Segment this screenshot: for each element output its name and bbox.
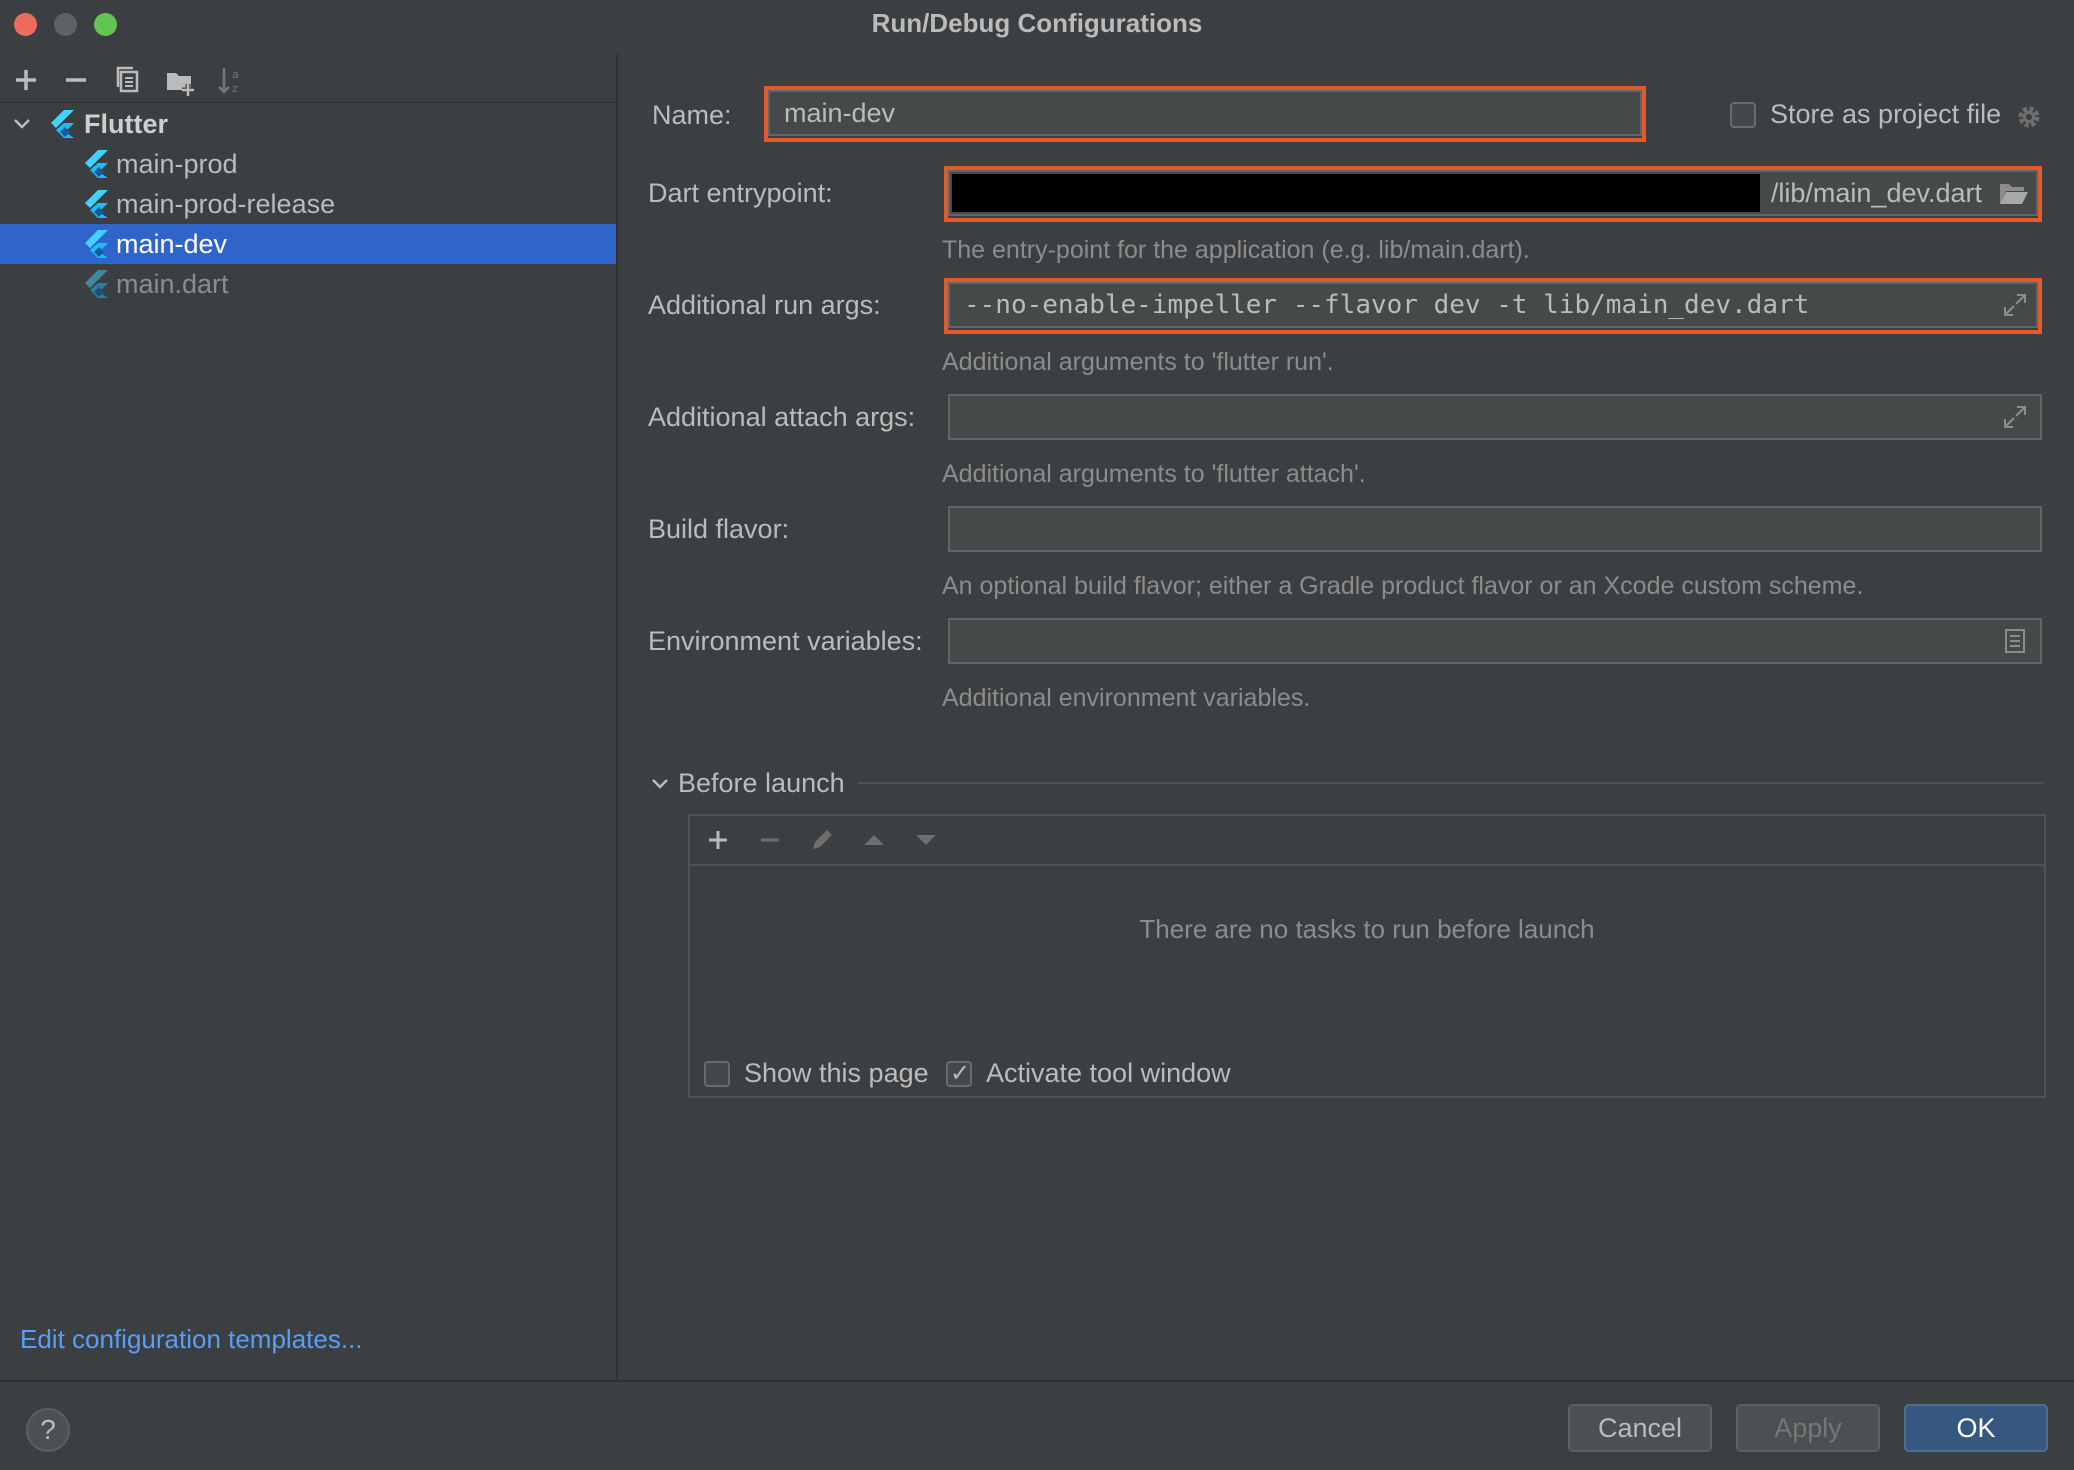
show-this-page-label: Show this page [744, 1058, 929, 1088]
gear-icon[interactable] [2014, 102, 2044, 132]
tree-item-main-dart[interactable]: main.dart [0, 264, 616, 304]
tree-item-label: main.dart [116, 269, 229, 299]
copy-configuration-button[interactable] [110, 62, 146, 98]
apply-button[interactable]: Apply [1736, 1404, 1880, 1452]
svg-text:a: a [232, 68, 239, 81]
add-configuration-button[interactable] [8, 62, 44, 98]
run-args-label: Additional run args: [648, 290, 881, 320]
tree-item-label: main-prod [116, 149, 238, 179]
tree-item-main-prod-release[interactable]: main-prod-release [0, 184, 616, 224]
before-launch-toolbar [690, 816, 2044, 866]
flutter-icon [85, 230, 108, 258]
name-input[interactable]: main-dev [768, 90, 1642, 136]
cancel-button[interactable]: Cancel [1568, 1404, 1712, 1452]
minus-icon [66, 78, 86, 82]
flutter-icon [51, 110, 74, 138]
attach-args-hint: Additional arguments to 'flutter attach'… [942, 460, 1366, 488]
dart-entrypoint-hint: The entry-point for the application (e.g… [942, 236, 1530, 264]
run-args-hint: Additional arguments to 'flutter run'. [942, 348, 1334, 376]
before-launch-empty-text: There are no tasks to run before launch [1139, 914, 1595, 944]
before-launch-title: Before launch [678, 768, 845, 798]
name-label: Name: [652, 100, 732, 130]
remove-configuration-button[interactable] [58, 62, 94, 98]
sort-alpha-icon: a z [218, 68, 239, 95]
configurations-toolbar: a z [0, 54, 616, 103]
before-launch-divider [858, 782, 2044, 784]
attach-args-input[interactable] [948, 394, 2042, 440]
svg-text:z: z [232, 82, 238, 95]
build-flavor-label: Build flavor: [648, 514, 790, 544]
pencil-icon[interactable] [808, 826, 836, 854]
dart-entrypoint-label: Dart entrypoint: [648, 178, 833, 208]
flutter-icon [85, 190, 108, 218]
run-args-input[interactable]: --no-enable-impeller --flavor dev -t lib… [948, 282, 2038, 328]
activate-tool-window-checkbox[interactable] [946, 1059, 972, 1087]
redacted-path [952, 174, 1760, 212]
store-as-project-file-checkbox[interactable] [1730, 102, 1756, 128]
before-launch-task-list: There are no tasks to run before launch [688, 814, 2046, 1098]
tree-group-label: Flutter [84, 109, 168, 139]
arrow-down-icon[interactable] [912, 826, 940, 854]
flutter-icon [85, 150, 108, 178]
chevron-down-icon[interactable] [650, 774, 670, 794]
activate-tool-window-label: Activate tool window [986, 1058, 1231, 1088]
env-vars-hint: Additional environment variables. [942, 684, 1311, 712]
attach-args-label: Additional attach args: [648, 402, 916, 432]
expand-icon[interactable] [2002, 404, 2028, 430]
window-title: Run/Debug Configurations [871, 8, 1203, 38]
tree-item-label: main-prod-release [116, 189, 336, 219]
plus-icon[interactable] [704, 826, 732, 854]
edit-configuration-templates-link[interactable]: Edit configuration templates... [20, 1324, 363, 1355]
tree-item-main-prod[interactable]: main-prod [0, 144, 616, 184]
arrow-up-icon[interactable] [860, 826, 888, 854]
store-as-project-file-label: Store as project file [1770, 99, 2002, 129]
env-vars-label: Environment variables: [648, 626, 923, 656]
tree-item-main-dev[interactable]: main-dev [0, 224, 616, 264]
sort-configurations-button[interactable]: a z [214, 62, 250, 98]
minus-icon[interactable] [756, 826, 784, 854]
build-flavor-hint: An optional build flavor; either a Gradl… [942, 572, 1864, 600]
dialog-button-bar: ? Cancel Apply OK [0, 1380, 2074, 1470]
folder-add-icon [167, 73, 194, 96]
env-vars-input[interactable] [948, 618, 2042, 664]
configuration-editor: Name: main-dev Store as project file Dar… [618, 54, 2074, 1380]
copy-icon [116, 66, 139, 93]
build-flavor-input[interactable] [948, 506, 2042, 552]
chevron-down-icon[interactable] [12, 114, 32, 134]
move-into-folder-button[interactable] [162, 62, 198, 98]
document-icon[interactable] [2004, 628, 2026, 654]
folder-open-icon[interactable] [1998, 180, 2028, 206]
help-button[interactable]: ? [26, 1408, 70, 1452]
show-this-page-checkbox[interactable] [704, 1061, 730, 1087]
dart-entrypoint-value: /lib/main_dev.dart [1770, 178, 1982, 208]
configurations-panel: a z Flutter main-prod main-prod-release … [0, 54, 618, 1380]
flutter-icon [85, 270, 108, 298]
tree-group-flutter[interactable]: Flutter [0, 104, 616, 144]
expand-icon[interactable] [2002, 292, 2028, 318]
title-bar: Run/Debug Configurations [0, 0, 2074, 48]
plus-icon [16, 70, 36, 90]
ok-button[interactable]: OK [1904, 1404, 2048, 1452]
tree-item-label: main-dev [116, 229, 228, 259]
